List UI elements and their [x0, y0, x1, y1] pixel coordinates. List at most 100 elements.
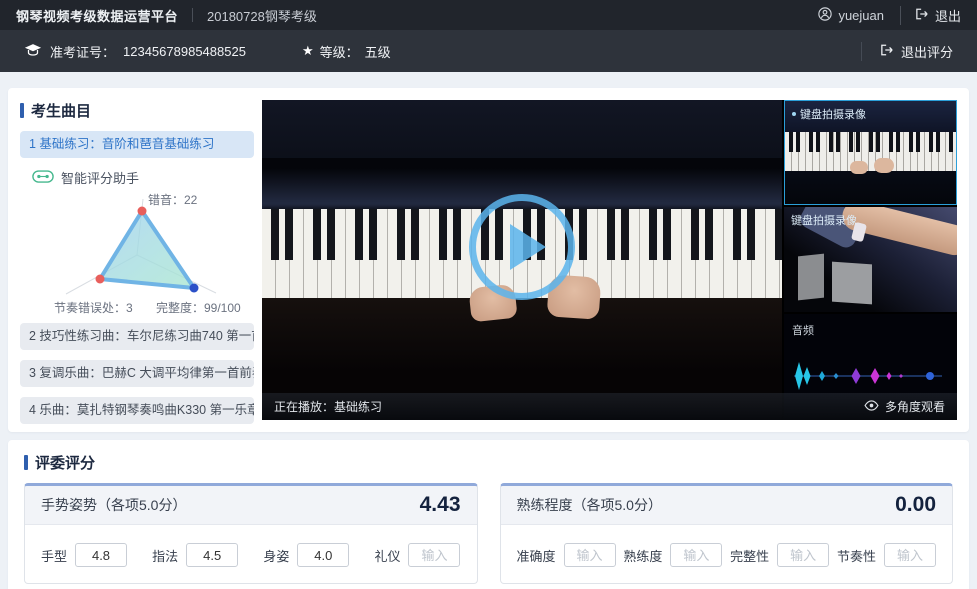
- proficiency-card-body: 准确度 熟练度 完整性 节奏性: [501, 525, 953, 583]
- thumb-piano-black-keys: [785, 132, 956, 153]
- proficiency-label: 熟练度: [623, 546, 662, 565]
- playlist-title: 考生曲目: [31, 100, 91, 121]
- field-hand-shape: 手型: [41, 543, 127, 567]
- etiquette-label: 礼仪: [374, 546, 400, 565]
- gesture-card-header: 手势姿势（各项5.0分） 4.43: [25, 486, 477, 525]
- gesture-posture-card: 手势姿势（各项5.0分） 4.43 手型 指法 身姿 礼仪: [24, 483, 478, 584]
- play-button[interactable]: [469, 194, 575, 300]
- fingering-label: 指法: [152, 546, 178, 565]
- radar-chart-svg: [24, 197, 240, 297]
- username: yuejuan: [838, 8, 884, 23]
- playlist-panel: 考生曲目 1 基础练习：音阶和琶音基础练习 智能评分助手: [20, 100, 254, 420]
- playlist-item-1[interactable]: 1 基础练习：音阶和琶音基础练习: [20, 131, 254, 158]
- proficiency-card: 熟练程度（各项5.0分） 0.00 准确度 熟练度 完整性 节奏性: [500, 483, 954, 584]
- exit-scoring-button[interactable]: 退出评分: [861, 42, 953, 61]
- level-group: ★ 等级： 五级: [302, 42, 391, 61]
- field-rhythm: 节奏性: [837, 543, 936, 567]
- title-accent-bar: [24, 455, 28, 470]
- keyboard-camera-thumb-1[interactable]: 键盘拍摄录像: [784, 100, 957, 205]
- field-posture: 身姿: [263, 543, 349, 567]
- multi-angle-label: 多角度观看: [885, 398, 945, 415]
- posture-input[interactable]: [297, 543, 349, 567]
- thumb-2-label-row: 键盘拍摄录像: [791, 212, 857, 228]
- grad-cap-icon: [24, 42, 42, 60]
- thumb-left-hand: [850, 161, 868, 174]
- radar-label-rhythm-errors: 节奏错误处：3: [54, 299, 133, 316]
- radar-label-completeness: 完整度：99/100: [156, 299, 241, 316]
- thumb-1-label-row: 键盘拍摄录像: [792, 106, 866, 122]
- rhythm-label: 节奏性: [837, 546, 876, 565]
- rhythm-input[interactable]: [884, 543, 936, 567]
- completeness-label: 完整性: [730, 546, 769, 565]
- logout-label: 退出: [935, 6, 961, 25]
- app-title: 钢琴视频考级数据运营平台: [16, 6, 178, 25]
- exit-scoring-icon: [880, 44, 894, 59]
- proficiency-card-header: 熟练程度（各项5.0分） 0.00: [501, 486, 953, 525]
- radar-chart: 错音：22 节奏错误处：3 完整度：99/100: [20, 189, 254, 313]
- proficiency-card-title: 熟练程度（各项5.0分）: [517, 495, 662, 515]
- video-area: 键盘拍摄录像 键盘拍摄录像 音频: [262, 100, 957, 420]
- eye-icon: [864, 400, 879, 414]
- user-menu[interactable]: yuejuan: [818, 7, 884, 24]
- accuracy-input[interactable]: [564, 543, 616, 567]
- multi-angle-column: 键盘拍摄录像 键盘拍摄录像 音频: [784, 100, 957, 420]
- session-name: 20180728钢琴考级: [207, 6, 317, 25]
- user-icon: [818, 7, 832, 24]
- audio-waveform: [790, 358, 950, 394]
- assistant-label: 智能评分助手: [61, 168, 139, 187]
- exam-info-bar: 准考证号： 12345678985488525 ★ 等级： 五级 退出评分: [0, 30, 977, 72]
- keyboard-camera-thumb-2[interactable]: 键盘拍摄录像: [784, 207, 957, 312]
- hand-shape-label: 手型: [41, 546, 67, 565]
- assistant-icon: [32, 170, 54, 186]
- exam-main-card: 考生曲目 1 基础练习：音阶和琶音基础练习 智能评分助手: [8, 88, 969, 432]
- judge-scoring-section: 评委评分 手势姿势（各项5.0分） 4.43 手型 指法 身姿: [8, 440, 969, 589]
- logout-button[interactable]: 退出: [900, 6, 961, 25]
- thumb-right-hand: [874, 158, 894, 173]
- scoring-title-row: 评委评分: [24, 452, 953, 473]
- main-video-player[interactable]: [262, 100, 782, 420]
- accuracy-label: 准确度: [517, 546, 556, 565]
- field-etiquette: 礼仪: [374, 543, 460, 567]
- ticket-label: 准考证号：: [50, 42, 115, 61]
- proficiency-card-score: 0.00: [895, 493, 936, 517]
- logout-icon: [915, 8, 929, 23]
- proficiency-input[interactable]: [670, 543, 722, 567]
- posture-label: 身姿: [263, 546, 289, 565]
- video-control-bar: 正在播放：基础练习 多角度观看: [262, 393, 957, 420]
- scoring-section-title: 评委评分: [35, 452, 95, 473]
- level-value: 五级: [365, 42, 391, 61]
- hand-shape-input[interactable]: [75, 543, 127, 567]
- field-accuracy: 准确度: [517, 543, 616, 567]
- top-navbar: 钢琴视频考级数据运营平台 20180728钢琴考级 yuejuan 退出: [0, 0, 977, 30]
- playlist-item-4[interactable]: 4 乐曲：莫扎特钢琴奏鸣曲K330 第一乐章: [20, 397, 254, 424]
- thumb-2-label: 键盘拍摄录像: [791, 212, 857, 228]
- gesture-card-body: 手型 指法 身姿 礼仪: [25, 525, 477, 583]
- thumb-1-label: 键盘拍摄录像: [800, 106, 866, 122]
- star-icon: ★: [302, 43, 314, 59]
- stone-block-1: [798, 254, 824, 301]
- play-icon: [510, 224, 546, 270]
- field-fingering: 指法: [152, 543, 238, 567]
- fingering-input[interactable]: [186, 543, 238, 567]
- title-accent-bar: [20, 103, 24, 118]
- gesture-card-title: 手势姿势（各项5.0分）: [41, 495, 186, 515]
- smart-scoring-assistant: 智能评分助手: [32, 168, 254, 187]
- stone-block-2: [832, 262, 872, 305]
- playlist-item-2[interactable]: 2 技巧性练习曲：车尔尼练习曲740 第一首: [20, 323, 254, 350]
- now-playing-text: 正在播放：基础练习: [274, 398, 382, 415]
- audio-label: 音频: [792, 322, 814, 338]
- playlist-title-row: 考生曲目: [20, 100, 254, 121]
- ticket-group: 准考证号： 12345678985488525: [24, 42, 246, 61]
- playlist-item-3[interactable]: 3 复调乐曲：巴赫C 大调平均律第一首前奏曲: [20, 360, 254, 387]
- etiquette-input[interactable]: [408, 543, 460, 567]
- title-divider: [192, 8, 193, 22]
- ticket-number: 12345678985488525: [123, 44, 246, 59]
- multi-angle-button[interactable]: 多角度观看: [864, 398, 945, 415]
- active-view-dot: [792, 112, 796, 116]
- field-proficiency: 熟练度: [623, 543, 722, 567]
- level-label: 等级：: [320, 42, 359, 61]
- exit-scoring-label: 退出评分: [901, 42, 953, 61]
- field-completeness: 完整性: [730, 543, 829, 567]
- gesture-card-score: 4.43: [420, 493, 461, 517]
- completeness-input[interactable]: [777, 543, 829, 567]
